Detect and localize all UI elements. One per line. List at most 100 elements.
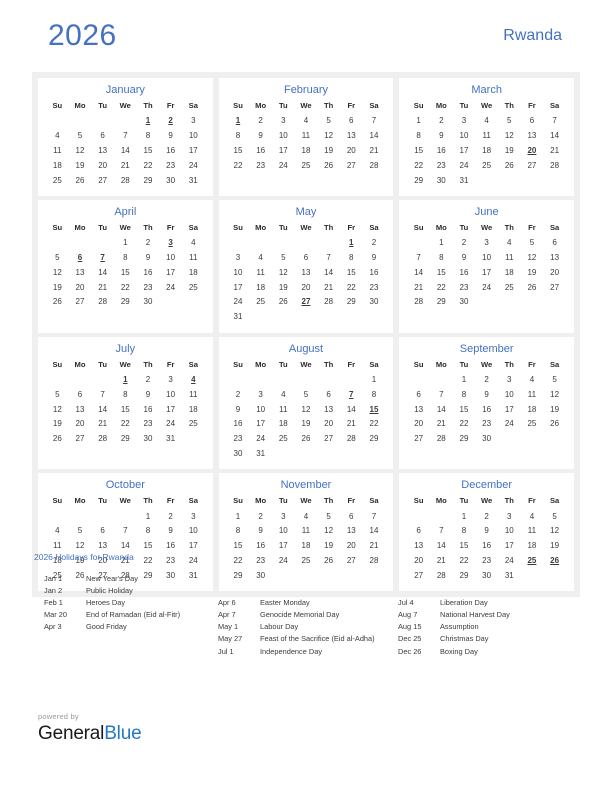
month-card: June Su Mo Tu We Th Fr Sa 1 2 3 4 5 6 7 8 9 10 11 12 13 14 15… [399, 199, 574, 333]
day-cell: 8 [145, 131, 151, 141]
day-cell: 26 [52, 434, 62, 444]
day-cell: 17 [504, 404, 514, 414]
day-cell: 3 [461, 116, 467, 126]
day-cell: 25 [256, 297, 266, 307]
weekday-header: Sa [188, 359, 198, 369]
day-cell: 30 [436, 175, 446, 185]
weekday-header: Sa [369, 496, 379, 506]
weekday-header: Th [143, 101, 153, 110]
day-cell-holiday: 1 [123, 374, 128, 384]
day-cell-empty [69, 236, 92, 251]
week-row: 4 5 6 7 8 9 10 [46, 129, 205, 144]
day-cell: 26 [324, 160, 334, 170]
weekday-header-row: Su Mo Tu We Th Fr Sa [407, 496, 566, 509]
country-title: Rwanda [503, 27, 562, 44]
week-row: 31 [227, 310, 386, 325]
month-day-grid: Su Mo Tu We Th Fr Sa 1 2 3 4 5 6 7 8 9 10 11 12 13 14 15 16 17… [407, 360, 566, 447]
weekday-header: We [119, 101, 131, 110]
day-cell: 16 [369, 267, 379, 277]
month-title: May [295, 205, 317, 218]
day-cell: 28 [436, 434, 446, 444]
day-cell-empty [430, 509, 453, 524]
weekday-header: Fr [347, 359, 356, 369]
day-cell: 10 [166, 389, 176, 399]
holiday-date: Dec 26 [398, 646, 422, 656]
month-card: May Su Mo Tu We Th Fr Sa 1 2 3 4 5 6 7 8 9 10 11 12 13 14 15 1… [218, 199, 394, 333]
day-cell: 9 [461, 253, 467, 263]
day-cell: 17 [278, 145, 288, 155]
week-row: 1 2 3 4 5 6 [407, 236, 566, 251]
day-cell: 29 [120, 297, 130, 307]
day-cell: 12 [550, 389, 560, 399]
day-cell-empty [295, 447, 318, 462]
day-cell-empty [46, 373, 69, 388]
day-cell: 19 [504, 145, 514, 155]
day-cell: 25 [482, 160, 492, 170]
day-cell: 12 [324, 131, 334, 141]
day-cell-empty [521, 432, 544, 447]
day-cell: 5 [552, 374, 557, 384]
weekday-header: We [300, 101, 312, 110]
day-cell: 5 [303, 389, 309, 399]
week-row: 15 16 17 18 19 20 21 [407, 144, 566, 159]
week-row: 1 2 3 4 5 [407, 509, 566, 524]
week-row: 14 15 16 17 18 19 20 [407, 265, 566, 280]
month-card: March Su Mo Tu We Th Fr Sa 1 2 3 4 5 6 7 8 9 10 11 12 13 14 15… [399, 78, 574, 196]
holiday-name: Independence Day [260, 646, 323, 656]
holiday-name: New Year's Day [86, 574, 138, 583]
week-row: 4 5 6 7 8 9 10 [46, 524, 205, 539]
day-cell: 9 [235, 404, 241, 414]
day-cell: 18 [188, 404, 198, 414]
weekday-header: Tu [98, 222, 107, 232]
day-cell: 17 [166, 404, 176, 414]
weekday-header-row: Su Mo Tu We Th Fr Sa [407, 101, 566, 114]
weekday-header: Th [143, 359, 153, 369]
day-cell: 7 [416, 253, 421, 263]
day-cell: 15 [120, 267, 130, 277]
day-cell: 1 [235, 511, 241, 521]
weekday-header-row: Su Mo Tu We Th Fr Sa [46, 496, 205, 509]
weekday-header: Sa [549, 222, 560, 232]
day-cell: 9 [371, 253, 377, 263]
holiday-name: National Harvest Day [440, 610, 510, 620]
day-cell: 11 [53, 145, 62, 155]
day-cell: 26 [301, 434, 311, 444]
day-cell-empty [475, 295, 498, 310]
day-cell: 2 [145, 238, 151, 248]
day-cell: 10 [166, 253, 176, 263]
day-cell: 27 [414, 434, 424, 444]
week-row: 1 [227, 373, 386, 388]
day-cell: 11 [505, 253, 514, 263]
day-cell: 3 [507, 511, 512, 521]
week-row: 12 13 14 15 16 17 18 [46, 265, 205, 280]
day-cell: 6 [416, 526, 421, 536]
weekday-header: Su [52, 222, 63, 232]
day-cell: 23 [436, 160, 446, 170]
weekday-header: Su [413, 222, 424, 232]
day-cell: 2 [371, 238, 377, 248]
month-day-grid: Su Mo Tu We Th Fr Sa 1 2 3 4 5 6 7 8 9 10 11 12 13 14 15 16 17… [46, 101, 205, 188]
day-cell: 18 [256, 282, 266, 292]
day-cell: 1 [123, 238, 128, 248]
day-cell: 12 [301, 404, 311, 414]
day-cell: 4 [191, 238, 196, 248]
day-cell-empty [46, 236, 69, 251]
day-cell: 14 [98, 267, 108, 277]
day-cell: 17 [256, 419, 266, 429]
weekday-header: Th [323, 101, 334, 110]
day-cell: 16 [143, 404, 153, 414]
day-cell-holiday: 7 [100, 253, 105, 263]
day-cell: 7 [123, 526, 128, 536]
month-title: December [461, 479, 513, 492]
day-cell: 12 [527, 253, 537, 263]
month-title: April [114, 205, 137, 218]
day-cell-holiday: 2 [168, 116, 173, 126]
day-cell: 26 [52, 297, 62, 307]
day-cell-empty [340, 310, 363, 325]
day-cell: 10 [278, 131, 288, 141]
day-cell: 4 [281, 389, 286, 399]
day-cell: 21 [98, 419, 108, 429]
day-cell: 10 [482, 253, 492, 263]
day-cell: 11 [482, 131, 491, 141]
holiday-legend-row: Aug 15 Assumption [398, 621, 580, 633]
